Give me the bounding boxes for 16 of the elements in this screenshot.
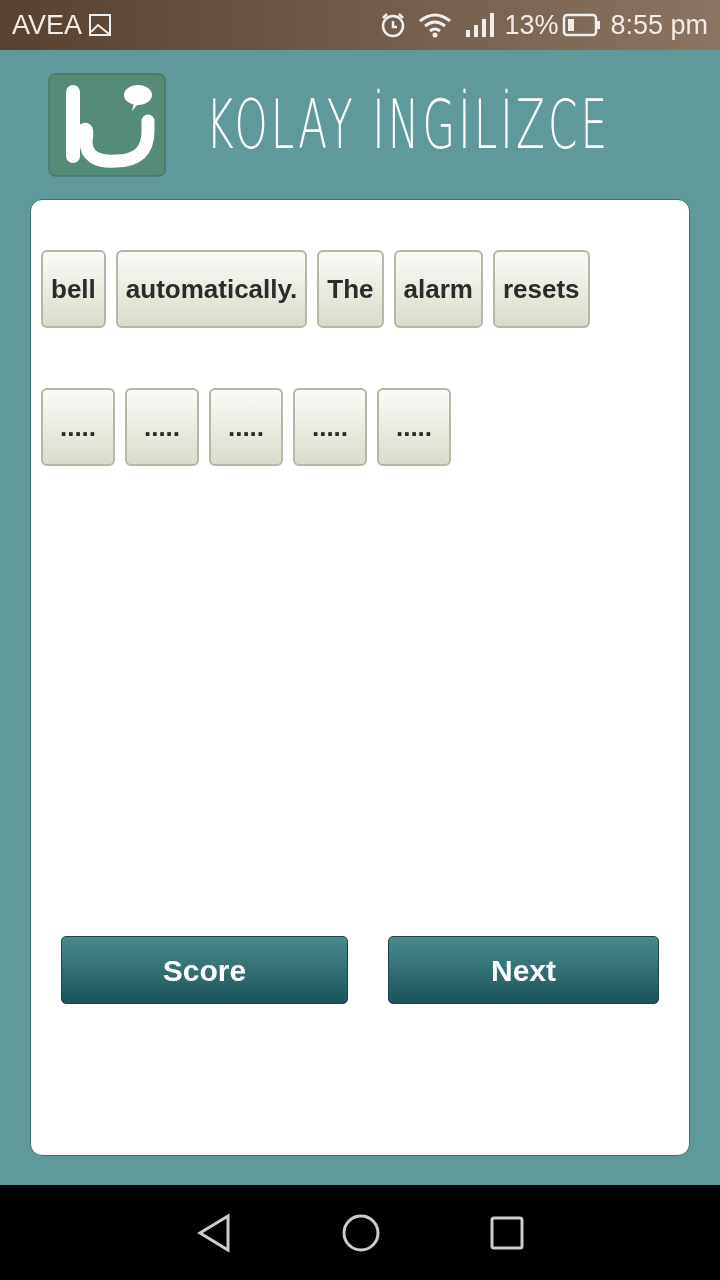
- word-tile[interactable]: automatically.: [115, 250, 308, 328]
- answer-slot[interactable]: .....: [293, 388, 367, 466]
- answer-slot[interactable]: .....: [41, 388, 115, 466]
- answer-slot[interactable]: .....: [125, 388, 199, 466]
- carrier-name: AVEA: [12, 8, 83, 42]
- word-tile[interactable]: The: [317, 250, 384, 328]
- word-tile[interactable]: bell: [41, 250, 106, 328]
- word-tile[interactable]: alarm: [393, 250, 483, 328]
- score-button[interactable]: Score: [61, 936, 348, 1004]
- next-button[interactable]: Next: [387, 936, 659, 1004]
- clock-time: 8:55 pm: [610, 8, 708, 42]
- answer-slot[interactable]: .....: [377, 388, 451, 466]
- battery-percent: 13%: [504, 8, 559, 42]
- answer-slot[interactable]: .....: [209, 388, 283, 466]
- word-tile[interactable]: resets: [492, 250, 590, 328]
- app-title: KOLAY İNGİLİZCE: [206, 83, 611, 166]
